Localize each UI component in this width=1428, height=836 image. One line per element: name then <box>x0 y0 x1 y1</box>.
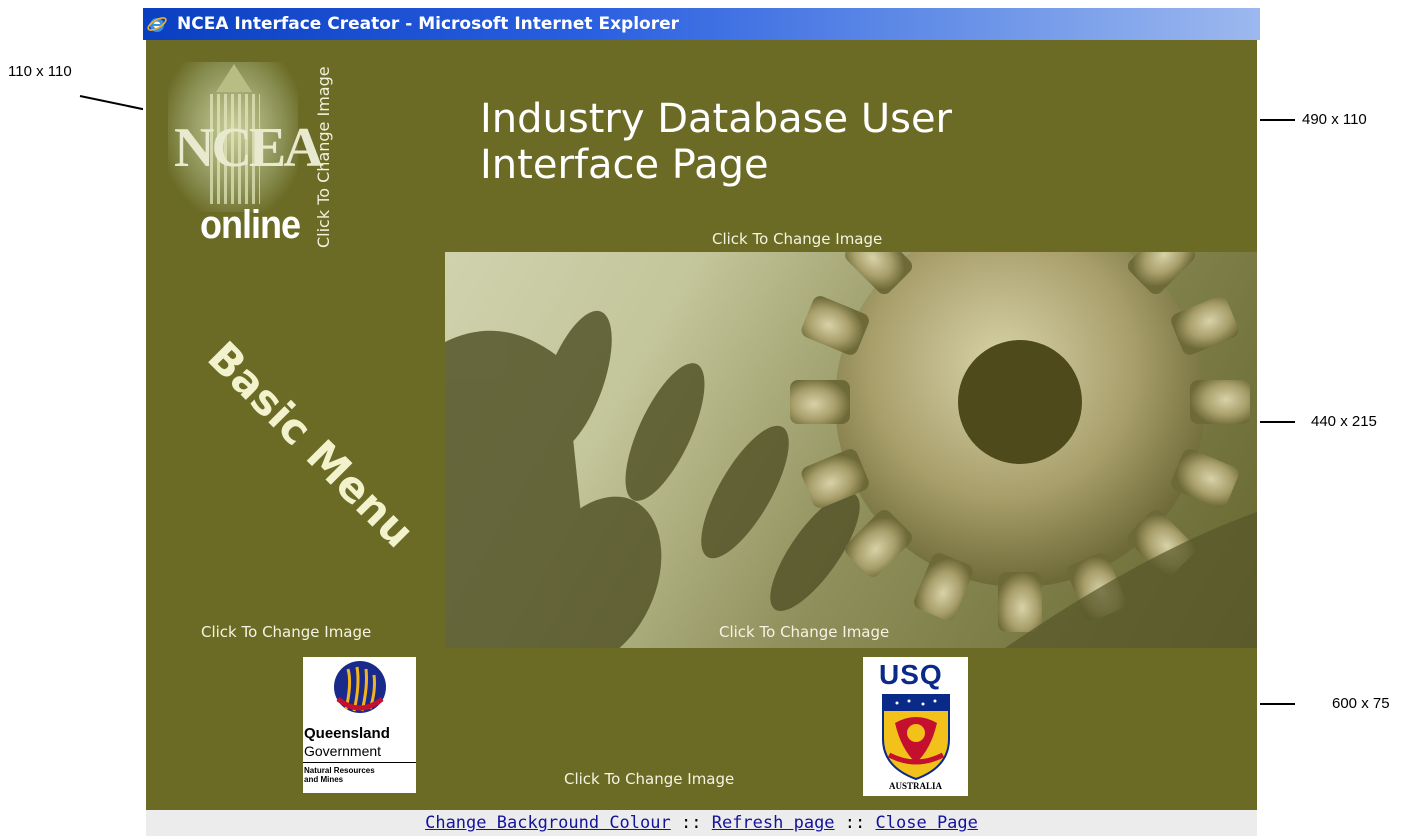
refresh-page-link[interactable]: Refresh page <box>712 813 835 833</box>
close-page-link[interactable]: Close Page <box>876 813 978 833</box>
usq-logo-country: AUSTRALIA <box>888 781 942 791</box>
queensland-government-logo[interactable]: Queensland Government Natural Resources … <box>303 657 416 793</box>
annotation-header-size: 490 x 110 <box>1302 111 1367 128</box>
gears-illustration <box>445 252 1257 648</box>
menu-change-image-caption[interactable]: Click To Change Image <box>201 623 371 641</box>
main-image-bottom-caption[interactable]: Click To Change Image <box>719 623 889 641</box>
browser-window: NCEA Interface Creator - Microsoft Inter… <box>143 8 1260 836</box>
footer-logos-caption[interactable]: Click To Change Image <box>564 770 734 788</box>
change-background-colour-link[interactable]: Change Background Colour <box>425 813 671 833</box>
main-gears-image[interactable] <box>445 252 1257 648</box>
usq-logo[interactable]: USQ AUSTRALIA <box>863 657 968 796</box>
qld-logo-line3a: Natural Resources <box>304 766 375 775</box>
qld-logo-line2: Government <box>304 743 382 759</box>
footer-separator: :: <box>680 813 702 833</box>
logo-subtext: online <box>200 201 301 247</box>
qld-logo-line3: Natural Resources and Mines <box>304 766 375 784</box>
usq-logo-title: USQ <box>879 659 943 690</box>
main-image-top-caption[interactable]: Click To Change Image <box>712 230 882 248</box>
logo-change-image-caption[interactable]: Click To Change Image <box>314 66 333 248</box>
page-title-line2: Interface Page <box>480 142 769 188</box>
logo-text: NCEA <box>174 117 324 179</box>
basic-menu-label[interactable]: Basic Menu <box>198 332 424 558</box>
qld-logo-divider <box>303 762 416 763</box>
footer-separator: :: <box>844 813 866 833</box>
window-title: NCEA Interface Creator - Microsoft Inter… <box>177 14 680 34</box>
page-title-line1: Industry Database User <box>480 96 952 142</box>
title-bar[interactable]: NCEA Interface Creator - Microsoft Inter… <box>143 8 1260 40</box>
annotation-main-image-size: 440 x 215 <box>1311 413 1377 430</box>
annotation-footer-logos-size: 600 x 75 <box>1332 695 1390 712</box>
qld-emblem-icon <box>334 661 386 713</box>
page-content: NCEA online Click To Change Image Indust… <box>146 40 1257 836</box>
qld-logo-line3b: and Mines <box>304 775 344 784</box>
ncea-online-logo[interactable]: NCEA online <box>160 54 324 254</box>
footer-bar: Change Background Colour :: Refresh page… <box>146 810 1257 836</box>
usq-crest-icon <box>882 694 950 781</box>
qld-logo-line1: Queensland <box>304 725 390 742</box>
page-title[interactable]: Industry Database User Interface Page <box>480 96 952 188</box>
internet-explorer-icon <box>147 17 167 32</box>
logo-triangle-icon <box>216 64 252 92</box>
